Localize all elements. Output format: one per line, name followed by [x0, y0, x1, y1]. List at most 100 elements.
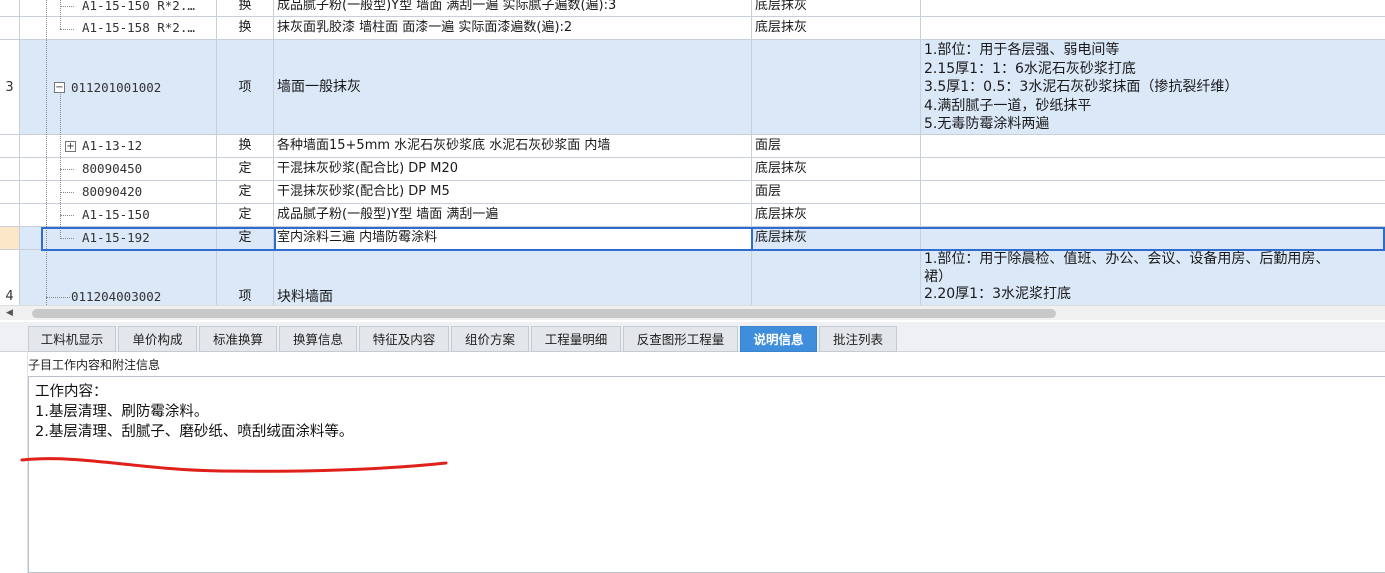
tab-description[interactable]: 说明信息 — [740, 326, 817, 352]
table-row[interactable]: A1-15-150 R*2.… 换 成品腻子粉(一般型)Y型 墙面 满刮一遍 实… — [0, 0, 1385, 17]
tree-guide — [60, 94, 61, 239]
tab-graphic-quantity[interactable]: 反查图形工程量 — [623, 326, 738, 352]
collapse-icon[interactable]: − — [54, 82, 65, 93]
tab-annotations[interactable]: 批注列表 — [819, 326, 897, 352]
tab-conversion-info[interactable]: 换算信息 — [279, 326, 357, 352]
quota-feature — [921, 227, 1385, 250]
feature-line: 4.满刮腻子一道，砂纸抹平 — [924, 97, 1092, 114]
quota-code[interactable]: 80090420 — [20, 181, 217, 204]
tree-guide — [60, 0, 61, 29]
quota-type: 换 — [217, 135, 274, 158]
feature-line: 裙） — [924, 268, 952, 285]
table-row[interactable]: 80090450 定 干混抹灰砂浆(配合比) DP M20 底层抹灰 — [0, 158, 1385, 181]
tree-guide — [60, 6, 74, 7]
quota-name[interactable]: 干混抹灰砂浆(配合比) DP M20 — [274, 158, 752, 181]
quota-name[interactable]: 干混抹灰砂浆(配合比) DP M5 — [274, 181, 752, 204]
quota-feature — [921, 0, 1385, 17]
tab-pricing-plan[interactable]: 组价方案 — [451, 326, 529, 352]
tree-guide — [60, 29, 74, 30]
row-index: 3 — [0, 40, 20, 135]
tab-labor-material[interactable]: 工料机显示 — [28, 326, 116, 352]
quota-name[interactable]: 成品腻子粉(一般型)Y型 墙面 满刮一遍 — [274, 204, 752, 227]
row-index — [0, 135, 20, 158]
description-line: 1.基层清理、刷防霉涂料。 — [35, 404, 209, 420]
description-line: 工作内容： — [35, 384, 108, 400]
feature-line: 1.部位：用于除晨检、值班、办公、会议、设备用房、后勤用房、 — [924, 251, 1330, 267]
item-type: 项 — [217, 250, 274, 305]
item-feature[interactable]: 1.部位：用于各层强、弱电间等 2.15厚1：1：6水泥石灰砂浆打底 3.5厚1… — [921, 40, 1385, 135]
quota-unit[interactable]: 底层抹灰 — [752, 158, 921, 181]
feature-line: 2.15厚1：1：6水泥石灰砂浆打底 — [924, 60, 1136, 77]
quota-code[interactable]: A1-15-150 — [20, 204, 217, 227]
quota-code[interactable]: A1-15-150 R*2.… — [20, 0, 217, 17]
row-index — [0, 0, 20, 17]
tree-guide — [46, 94, 47, 305]
panel-subtitle: 子目工作内容和附注信息 — [28, 358, 161, 372]
table-row[interactable]: A1-13-12 换 各种墙面15+5mm 水泥石灰砂浆底 水泥石灰砂浆面 内墙… — [0, 135, 1385, 158]
left-gutter — [0, 352, 28, 573]
item-code[interactable]: 011201001002 — [20, 40, 217, 135]
quota-name[interactable]: 抹灰面乳胶漆 墙柱面 面漆一遍 实际面漆遍数(遍):2 — [274, 17, 752, 40]
quota-unit[interactable]: 底层抹灰 — [752, 227, 921, 250]
tree-guide — [46, 297, 70, 298]
item-name[interactable]: 块料墙面 — [274, 250, 752, 305]
quota-feature — [921, 135, 1385, 158]
tree-guide — [60, 192, 74, 193]
expand-icon[interactable]: + — [65, 141, 76, 152]
tree-guide — [60, 215, 74, 216]
quota-name[interactable]: 各种墙面15+5mm 水泥石灰砂浆底 水泥石灰砂浆面 内墙 — [274, 135, 752, 158]
quota-unit[interactable]: 面层 — [752, 181, 921, 204]
item-name[interactable]: 墙面一般抹灰 — [274, 40, 752, 135]
item-unit[interactable] — [752, 40, 921, 135]
quota-name[interactable]: 成品腻子粉(一般型)Y型 墙面 满刮一遍 实际腻子遍数(遍):3 — [274, 0, 752, 17]
quota-unit[interactable]: 底层抹灰 — [752, 0, 921, 17]
table-row-item[interactable]: 3 011201001002 项 墙面一般抹灰 1.部位：用于各层强、弱电间等 … — [0, 40, 1385, 135]
quota-unit[interactable]: 面层 — [752, 135, 921, 158]
row-index — [0, 227, 20, 250]
quota-type: 换 — [217, 17, 274, 40]
quota-feature — [921, 158, 1385, 181]
quota-type: 定 — [217, 181, 274, 204]
quota-code[interactable]: A1-15-158 R*2.… — [20, 17, 217, 40]
table-row-selected[interactable]: A1-15-192 定 室内涂料三遍 内墙防霉涂料 底层抹灰 — [0, 227, 1385, 250]
description-textbox[interactable]: 工作内容： 1.基层清理、刷防霉涂料。 2.基层清理、刮腻子、磨砂纸、喷刮绒面涂… — [28, 376, 1385, 573]
tab-standard-conversion[interactable]: 标准换算 — [199, 326, 277, 352]
description-line: 2.基层清理、刮腻子、磨砂纸、喷刮绒面涂料等。 — [35, 424, 354, 440]
row-index — [0, 181, 20, 204]
feature-line: 2.20厚1：3水泥浆打底 — [924, 286, 1071, 302]
tab-quantity-detail[interactable]: 工程量明细 — [531, 326, 621, 352]
quota-type: 定 — [217, 204, 274, 227]
quota-code[interactable]: A1-13-12 — [20, 135, 217, 158]
item-feature[interactable]: 1.部位：用于除晨检、值班、办公、会议、设备用房、后勤用房、 裙） 2.20厚1… — [921, 250, 1385, 305]
scroll-left-icon[interactable]: ◀ — [6, 308, 13, 318]
feature-line: 3.5厚1：0.5：3水泥石灰砂浆抹面（掺抗裂纤维） — [924, 79, 1239, 95]
description-content: 工作内容： 1.基层清理、刷防霉涂料。 2.基层清理、刮腻子、磨砂纸、喷刮绒面涂… — [35, 382, 353, 442]
quota-type: 定 — [217, 158, 274, 181]
horizontal-scrollbar[interactable]: ◀ — [0, 305, 1385, 320]
quota-unit[interactable]: 底层抹灰 — [752, 204, 921, 227]
tree-guide — [60, 169, 74, 170]
quota-feature — [921, 204, 1385, 227]
quota-code[interactable]: 80090450 — [20, 158, 217, 181]
quota-type: 换 — [217, 0, 274, 17]
item-unit[interactable] — [752, 250, 921, 305]
quota-name[interactable]: 室内涂料三遍 内墙防霉涂料 — [274, 227, 752, 250]
tab-features[interactable]: 特征及内容 — [359, 326, 449, 352]
quota-grid[interactable]: A1-15-150 R*2.… 换 成品腻子粉(一般型)Y型 墙面 满刮一遍 实… — [0, 0, 1385, 305]
quota-feature — [921, 17, 1385, 40]
quota-code[interactable]: A1-15-192 — [20, 227, 217, 250]
row-index — [0, 158, 20, 181]
table-row[interactable]: A1-15-150 定 成品腻子粉(一般型)Y型 墙面 满刮一遍 底层抹灰 — [0, 204, 1385, 227]
row-index — [0, 204, 20, 227]
table-row-item[interactable]: 4 011204003002 项 块料墙面 1.部位：用于除晨检、值班、办公、会… — [0, 250, 1385, 305]
item-type: 项 — [217, 40, 274, 135]
scrollbar-thumb[interactable] — [32, 309, 1056, 318]
table-row[interactable]: 80090420 定 干混抹灰砂浆(配合比) DP M5 面层 — [0, 181, 1385, 204]
row-index — [0, 17, 20, 40]
row-index: 4 — [0, 250, 20, 305]
table-row[interactable]: A1-15-158 R*2.… 换 抹灰面乳胶漆 墙柱面 面漆一遍 实际面漆遍数… — [0, 17, 1385, 40]
quota-type: 定 — [217, 227, 274, 250]
tab-unit-price[interactable]: 单价构成 — [118, 326, 197, 352]
quota-unit[interactable]: 底层抹灰 — [752, 17, 921, 40]
tree-guide — [60, 238, 74, 239]
